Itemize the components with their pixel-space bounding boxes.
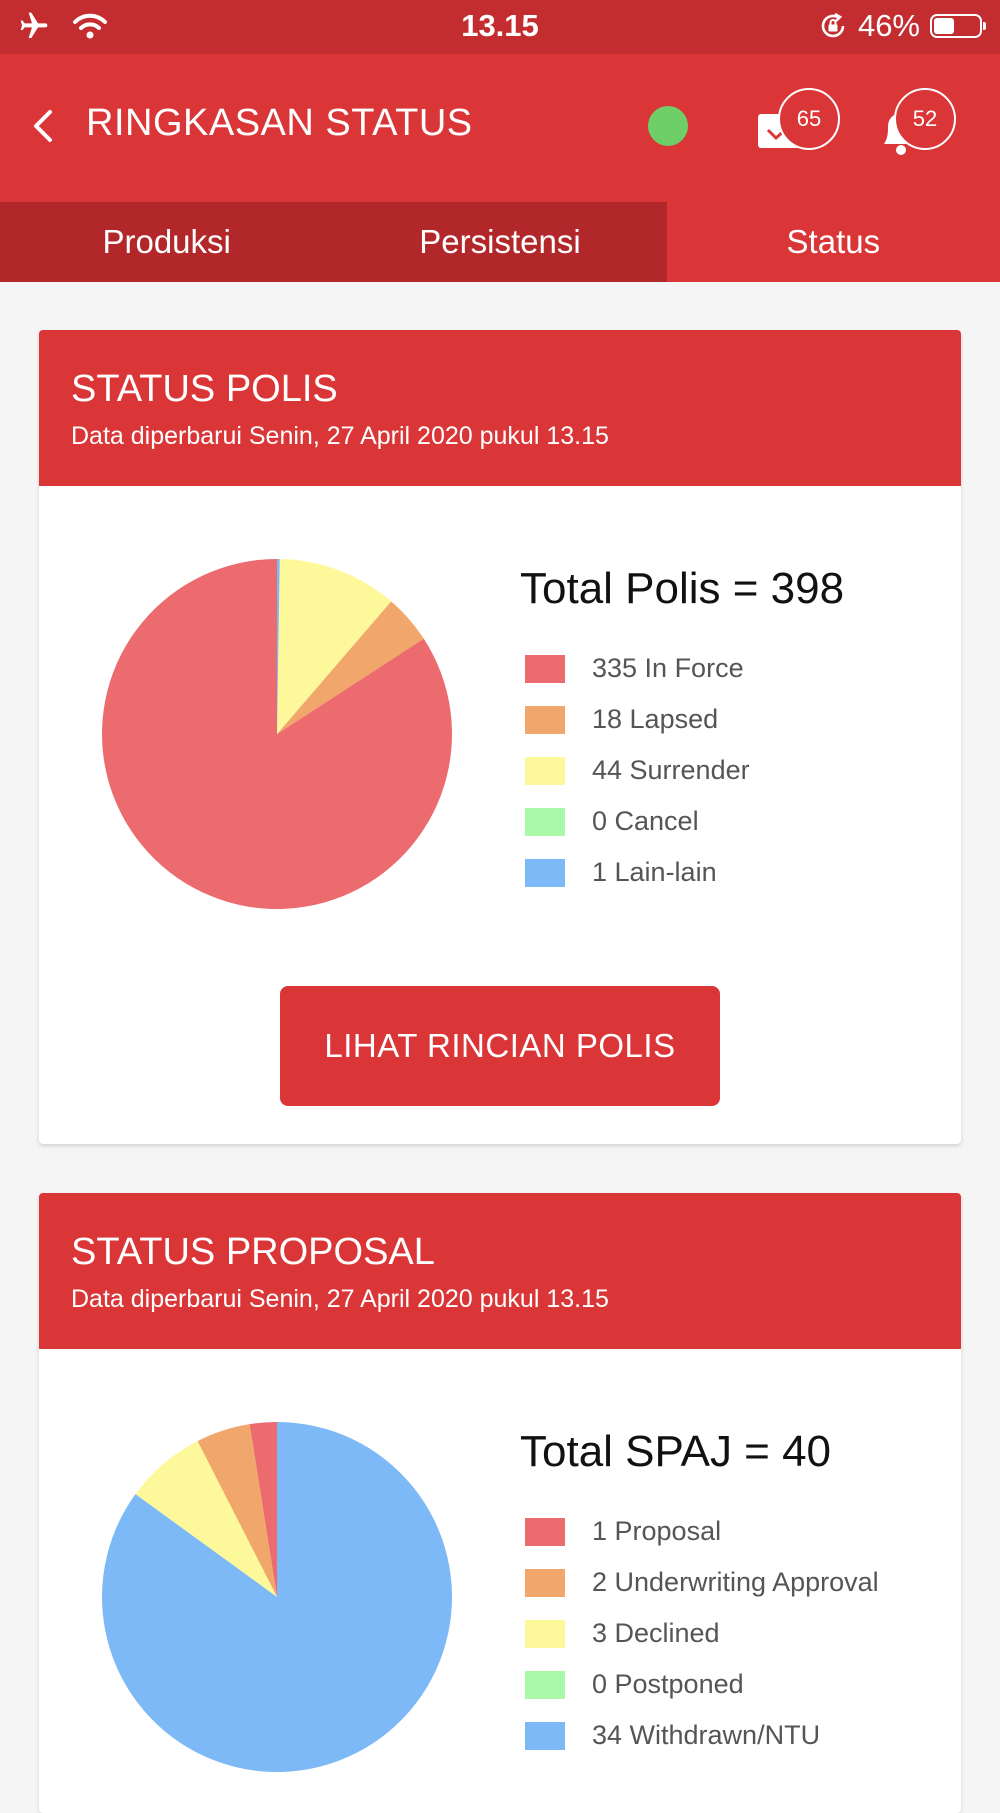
notification-button[interactable]: 52 [876,84,966,174]
view-policy-details-button[interactable]: LIHAT RINCIAN POLIS [280,986,720,1106]
status-proposal-header: STATUS PROPOSAL Data diperbarui Senin, 2… [39,1193,961,1349]
tab-produksi[interactable]: Produksi [0,202,333,282]
legend-item: 335 In Force [525,643,750,694]
legend-swatch [525,1670,565,1699]
legend-label: 0 Postponed [592,1669,744,1699]
status-polis-header: STATUS POLIS Data diperbarui Senin, 27 A… [39,330,961,486]
battery-percent: 46% [857,8,920,43]
status-polis-legend: 335 In Force 18 Lapsed 44 Surrender 0 Ca… [525,643,750,898]
mail-button[interactable]: 65 [756,84,846,174]
battery-icon [930,14,986,38]
status-polis-pie-chart [101,559,452,909]
tab-persistensi[interactable]: Persistensi [333,202,666,282]
legend-label: 0 Cancel [592,806,699,836]
legend-label: 3 Declined [592,1618,720,1648]
legend-swatch [525,1517,565,1546]
legend-label: 18 Lapsed [592,704,719,734]
back-arrow-icon[interactable] [28,104,58,148]
status-bar-right: 46% [818,8,986,44]
battery-fill [934,18,955,34]
notification-count-badge: 52 [894,88,956,150]
card-updated-text: Data diperbarui Senin, 27 April 2020 puk… [71,1285,609,1313]
status-polis-card: STATUS POLIS Data diperbarui Senin, 27 A… [39,330,961,1144]
legend-label: 335 In Force [592,653,744,683]
mail-count-badge: 65 [778,88,840,150]
status-proposal-pie-chart [102,1422,453,1772]
tab-status[interactable]: Status [666,202,1000,282]
legend-label: 1 Lain-lain [592,857,717,887]
rotation-lock-icon [821,12,845,38]
legend-swatch [525,858,565,887]
legend-swatch [525,654,565,683]
total-polis: Total Polis = 398 [520,564,845,613]
page-title: RINGKASAN STATUS [86,102,473,144]
legend-item: 0 Cancel [525,796,750,847]
legend-swatch [525,705,565,734]
card-title: STATUS POLIS [71,368,338,410]
legend-label: 2 Underwriting Approval [592,1567,879,1597]
legend-swatch [525,1619,565,1648]
legend-label: 34 Withdrawn/NTU [592,1720,821,1750]
online-status-indicator [648,106,688,146]
legend-swatch [525,1568,565,1597]
total-spaj: Total SPAJ = 40 [520,1427,832,1476]
tab-bar: Produksi Persistensi Status [0,202,1000,282]
legend-swatch [525,1721,565,1750]
legend-item: 1 Lain-lain [525,847,750,898]
card-title: STATUS PROPOSAL [71,1231,435,1273]
legend-item: 0 Postponed [525,1659,879,1710]
legend-swatch [525,807,565,836]
legend-item: 18 Lapsed [525,694,750,745]
legend-swatch [525,756,565,785]
app-header: RINGKASAN STATUS 65 52 [0,54,1000,202]
legend-item: 1 Proposal [525,1506,879,1557]
card-updated-text: Data diperbarui Senin, 27 April 2020 puk… [71,422,609,450]
legend-label: 1 Proposal [592,1516,722,1546]
status-proposal-legend: 1 Proposal 2 Underwriting Approval 3 Dec… [525,1506,879,1761]
status-proposal-card: STATUS PROPOSAL Data diperbarui Senin, 2… [39,1193,961,1813]
legend-item: 2 Underwriting Approval [525,1557,879,1608]
legend-item: 44 Surrender [525,745,750,796]
legend-item: 34 Withdrawn/NTU [525,1710,879,1761]
legend-item: 3 Declined [525,1608,879,1659]
status-bar: 13.15 46% [0,0,1000,54]
legend-label: 44 Surrender [592,755,750,785]
